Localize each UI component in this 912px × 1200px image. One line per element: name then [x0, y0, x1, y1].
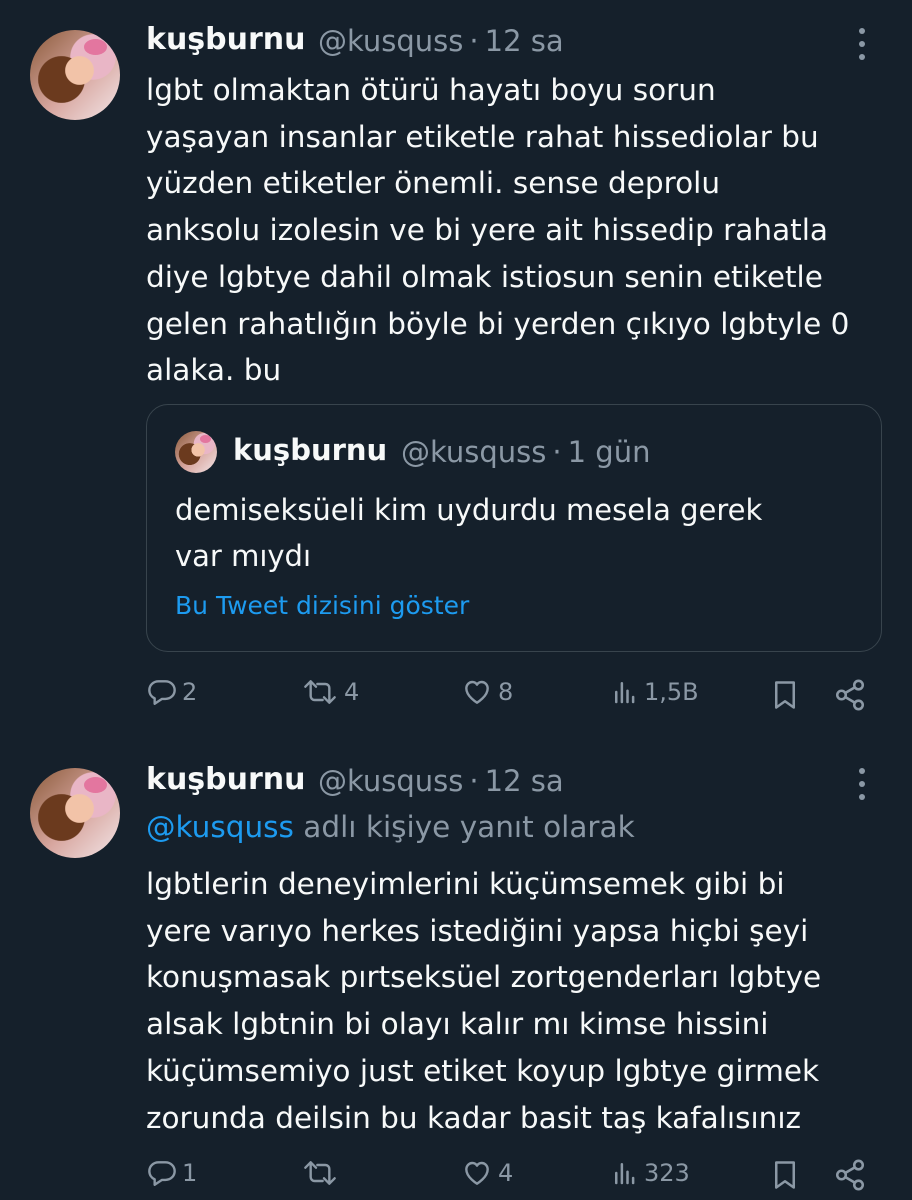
more-icon[interactable]: [855, 766, 869, 802]
retweet-icon: [304, 1161, 336, 1185]
retweet-count: 4: [344, 678, 360, 706]
reply-to-text: adlı kişiye yanıt olarak: [303, 810, 635, 844]
views-button[interactable]: 1,5B: [610, 676, 699, 708]
handle[interactable]: @kusquss: [318, 764, 463, 798]
share-icon: [835, 679, 865, 711]
show-thread-link[interactable]: Bu Tweet dizisini göster: [175, 591, 469, 620]
reply-count: 1: [182, 1159, 198, 1187]
reply-context: @kusquss adlı kişiye yanıt olarak: [146, 810, 635, 844]
retweet-icon: [304, 680, 336, 704]
views-button[interactable]: 323: [610, 1157, 690, 1189]
views-count: 323: [644, 1159, 690, 1187]
bookmark-button[interactable]: [770, 678, 800, 712]
bookmark-icon: [775, 1161, 795, 1189]
tweet-meta: @kusquss · 12 sa: [318, 24, 564, 58]
avatar[interactable]: [30, 768, 120, 858]
more-icon[interactable]: [855, 26, 869, 62]
retweet-button[interactable]: [300, 1157, 344, 1189]
handle[interactable]: @kusquss: [318, 24, 463, 58]
reply-button[interactable]: 1: [146, 1157, 197, 1189]
like-icon: [465, 1161, 489, 1185]
quoted-display-name: kuşburnu: [233, 433, 388, 467]
bookmark-button[interactable]: [770, 1158, 800, 1192]
reply-icon: [148, 680, 176, 705]
bookmark-icon: [775, 681, 795, 709]
like-icon: [465, 680, 489, 704]
reply-count: 2: [182, 678, 198, 706]
display-name[interactable]: kuşburnu: [146, 22, 306, 57]
views-icon: [615, 1163, 635, 1185]
retweet-button[interactable]: 4: [300, 676, 359, 708]
avatar[interactable]: [30, 30, 120, 120]
like-button[interactable]: 8: [460, 676, 513, 708]
tweet-meta: @kusquss · 12 sa: [318, 764, 564, 798]
reply-to-mention[interactable]: @kusquss: [146, 810, 294, 844]
quoted-timestamp: 1 gün: [567, 435, 651, 469]
reply-button[interactable]: 2: [146, 676, 197, 708]
like-count: 8: [498, 678, 514, 706]
quoted-tweet[interactable]: kuşburnu @kusquss · 1 gün demiseksüeli kim…: [146, 404, 882, 652]
tweet-text: lgbtlerin deneyimlerini küçümsemek gibi …: [146, 867, 822, 1135]
views-count: 1,5B: [644, 678, 699, 706]
share-icon: [835, 1159, 865, 1191]
tweet-text: lgbt olmaktan ötürü hayatı boyu sorun ya…: [146, 73, 850, 388]
like-count: 4: [498, 1159, 514, 1187]
share-button[interactable]: [833, 678, 867, 712]
display-name[interactable]: kuşburnu: [146, 762, 306, 797]
quoted-meta: @kusquss · 1 gün: [401, 435, 651, 469]
views-icon: [615, 682, 635, 704]
quoted-avatar: [175, 431, 217, 473]
timestamp[interactable]: 12 sa: [485, 764, 564, 798]
timestamp[interactable]: 12 sa: [485, 24, 564, 58]
quoted-handle: @kusquss: [401, 435, 547, 469]
like-button[interactable]: 4: [460, 1157, 513, 1189]
share-button[interactable]: [833, 1158, 867, 1192]
reply-icon: [148, 1161, 176, 1186]
quoted-text: demiseksüeli kim uydurdu mesela gerek va…: [175, 493, 763, 573]
